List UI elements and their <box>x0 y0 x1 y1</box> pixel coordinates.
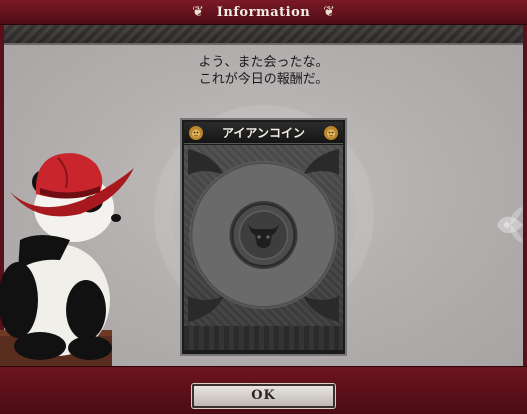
card-footer-pattern <box>184 326 343 350</box>
npc-message: よう、また会ったな。 これが今日の報酬だ。 <box>0 54 527 88</box>
iron-coin-image <box>188 149 339 322</box>
message-line: よう、また会ったな。 <box>198 55 329 70</box>
card-title: アイアンコイン <box>222 126 305 140</box>
scroll-ornament-icon: ❦ <box>323 4 335 20</box>
message-line: これが今日の報酬だ。 <box>198 72 329 87</box>
ok-button[interactable]: OK <box>192 384 335 408</box>
dialog-frame: ❦ Information ❦ アイアンコイン よう、また会ったな。 これが今日… <box>0 0 527 414</box>
decorative-strip <box>4 25 523 45</box>
content-panel: アイアンコイン <box>0 45 523 366</box>
ok-button-label: OK <box>251 388 276 403</box>
card-title-bar: アイアンコイン <box>184 122 343 144</box>
header-bar: ❦ Information ❦ <box>0 0 527 25</box>
reward-card: アイアンコイン <box>180 118 347 356</box>
dialog-title: Information <box>216 5 311 20</box>
floral-ornament-icon <box>497 207 523 243</box>
lion-head-icon <box>324 126 338 140</box>
panda-character <box>0 153 134 366</box>
card-art <box>184 145 343 326</box>
